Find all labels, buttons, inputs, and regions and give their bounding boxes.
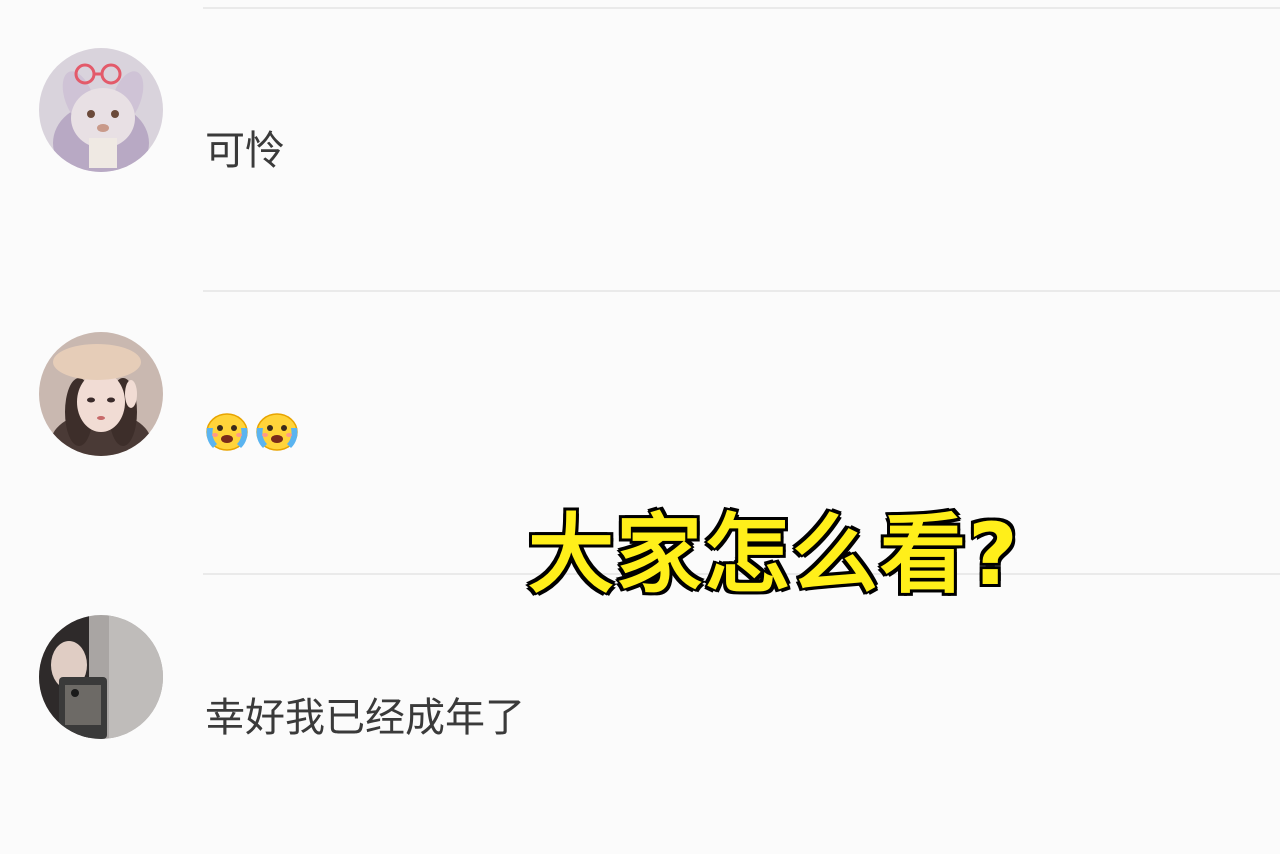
crying-face-emoji-icon [206,413,248,451]
overlay-caption: 大家怎么看? [526,503,1020,607]
avatar-girl-phone-image [39,615,163,739]
avatar[interactable] [39,48,163,172]
emoji-row [203,406,301,454]
divider [203,7,1280,9]
comment-text: 可怜 [205,128,285,174]
avatar-girl-beret-image [39,332,163,456]
avatar-bunny-image [39,48,163,172]
avatar[interactable] [39,615,163,739]
crying-face-emoji-icon [256,413,298,451]
comment-text: 幸好我已经成年了 [205,695,525,741]
divider [203,290,1280,292]
avatar[interactable] [39,332,163,456]
